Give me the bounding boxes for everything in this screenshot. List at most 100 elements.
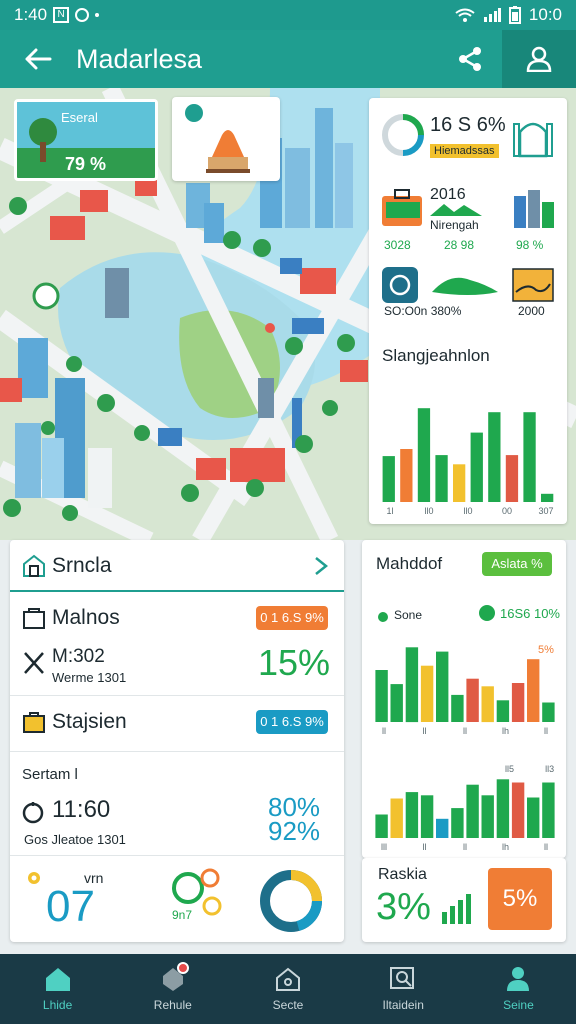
camera-icon <box>382 267 418 303</box>
bar-chart-1[interactable]: 1l ll0 ll0 00 307 <box>380 390 556 516</box>
chart-bar[interactable] <box>405 647 419 723</box>
nav-item-search[interactable]: Iltaidein <box>346 954 461 1024</box>
chevron-right-icon[interactable] <box>314 556 328 576</box>
nav-label: Secte <box>272 998 304 1012</box>
chart-bar[interactable] <box>496 779 510 838</box>
chart-bar[interactable] <box>420 665 434 722</box>
chart-bar[interactable] <box>405 792 419 838</box>
chart-bar[interactable] <box>542 782 555 839</box>
chart-bar[interactable] <box>523 412 536 502</box>
stat-right-2: 98 % <box>516 238 544 252</box>
stat-left-2: 3028 <box>384 238 411 252</box>
metric-2-label: 11:60 <box>52 796 111 823</box>
sun-icon <box>28 872 40 884</box>
chart-bar[interactable] <box>451 808 464 838</box>
ranking-value: 3% <box>376 886 431 928</box>
list-section: Sertam l 11:60 Gos Jleatoe 1301 80% 92% <box>10 752 344 856</box>
chart-bar[interactable] <box>470 432 483 502</box>
chart-bar[interactable] <box>481 795 494 838</box>
chart-bar[interactable] <box>436 651 449 722</box>
chart-bar[interactable] <box>375 670 388 722</box>
chart-tick-label: lh <box>502 726 509 736</box>
share-button[interactable] <box>438 30 502 88</box>
legend-dot <box>378 612 388 622</box>
chart-bar[interactable] <box>481 686 494 723</box>
house-outline-icon <box>276 967 300 991</box>
nav-item-home[interactable]: Lhide <box>0 954 115 1024</box>
status-bar: 1:40 N 10:0 <box>0 0 576 30</box>
park-value: 79 % <box>65 154 107 174</box>
list-item-stajsien[interactable]: Stajsien 0 1 6.S 9% <box>10 696 344 752</box>
list-item-title: Malnos <box>52 606 120 629</box>
chart-bar[interactable] <box>542 702 555 723</box>
chart-tick-label: lh <box>502 842 509 852</box>
chart-bar[interactable] <box>436 818 449 838</box>
chart-bar[interactable] <box>382 456 395 502</box>
chart-bar[interactable] <box>420 795 434 838</box>
stat-mid-2: 28 98 <box>444 238 475 252</box>
chart-bar[interactable] <box>451 694 464 722</box>
back-button[interactable] <box>0 30 76 88</box>
status-badge: 0 1 6.S 9% <box>256 606 328 630</box>
chart-bar[interactable] <box>390 798 403 839</box>
chart-bar[interactable] <box>417 408 431 502</box>
temple-badge[interactable] <box>172 97 280 181</box>
chart-bar[interactable] <box>453 464 466 502</box>
nav-item-profile[interactable]: Seine <box>461 954 576 1024</box>
chart-bar[interactable] <box>527 659 540 722</box>
share-icon <box>459 47 481 71</box>
page-title: Madarlesa <box>76 43 203 74</box>
chart-bar[interactable] <box>505 455 519 502</box>
nav-item-rehule[interactable]: Rehule <box>115 954 230 1024</box>
home-outline-icon <box>23 554 45 577</box>
park-badge[interactable]: Eseral 79 % <box>14 99 158 181</box>
profile-button[interactable] <box>502 30 576 88</box>
chart-tick-label: ll <box>544 726 548 736</box>
briefcase-icon <box>382 189 422 226</box>
user-icon <box>507 967 530 991</box>
stat-value-1: 16 S 6% <box>430 114 506 136</box>
nav-label: Rehule <box>153 998 192 1012</box>
chart-bar[interactable] <box>390 684 403 722</box>
chart-bar[interactable] <box>400 449 413 502</box>
list-header[interactable]: Srncla <box>10 540 344 592</box>
clock-icon <box>22 802 44 824</box>
card-title: Mahddof <box>376 554 443 573</box>
nav-item-secte[interactable]: Secte <box>230 954 345 1024</box>
landscape-icon <box>430 204 482 216</box>
chart-bar[interactable] <box>466 784 479 838</box>
island-icon <box>432 277 498 295</box>
chart-tick-label: 00 <box>502 506 512 516</box>
chart-bar[interactable] <box>511 782 525 839</box>
tree-icon <box>29 118 57 162</box>
stat-right-3: 2000 <box>518 304 545 318</box>
picture-icon <box>512 268 554 302</box>
wifi-icon <box>455 8 475 22</box>
chart-bar[interactable] <box>541 493 554 502</box>
bar-chart-3[interactable]: lll ll ll lh llll5 ll3 <box>374 762 556 852</box>
chart-bar[interactable] <box>435 455 448 502</box>
chart-bar[interactable] <box>466 678 479 722</box>
bar-chart-2[interactable]: ll ll ll lh ll <box>374 640 556 736</box>
list-card: Srncla Malnos 0 1 6.S 9% M:302 Werme 130… <box>10 540 344 942</box>
chart-top-label: ll5 <box>505 764 514 774</box>
briefcase-icon <box>23 712 45 733</box>
chart-bar[interactable] <box>375 814 388 839</box>
chart-bar[interactable] <box>496 700 510 722</box>
chart-bar[interactable] <box>527 797 540 839</box>
list-item-title: Stajsien <box>52 710 127 733</box>
list-item-malnos[interactable]: Malnos 0 1 6.S 9% M:302 Werme 1301 15% <box>10 592 344 696</box>
chart-bar[interactable] <box>511 683 525 722</box>
chart-top-label: ll3 <box>545 764 554 774</box>
legend-marker-icon <box>479 605 495 621</box>
metric-1-label: M:302 <box>52 646 105 667</box>
tools-icon <box>24 652 44 674</box>
shopping-bag-icon <box>23 608 45 629</box>
metric-1-sub: Werme 1301 <box>52 670 127 685</box>
chart-tick-label: ll0 <box>463 506 472 516</box>
status-time: 1:40 <box>14 5 48 24</box>
ranking-card[interactable]: Raskia 3% 5% <box>362 858 566 942</box>
chart-bar[interactable] <box>488 412 501 502</box>
list-footer: vrn 07 9n7 <box>10 856 344 942</box>
stat-chip-1: Hiemadssas <box>430 144 499 158</box>
